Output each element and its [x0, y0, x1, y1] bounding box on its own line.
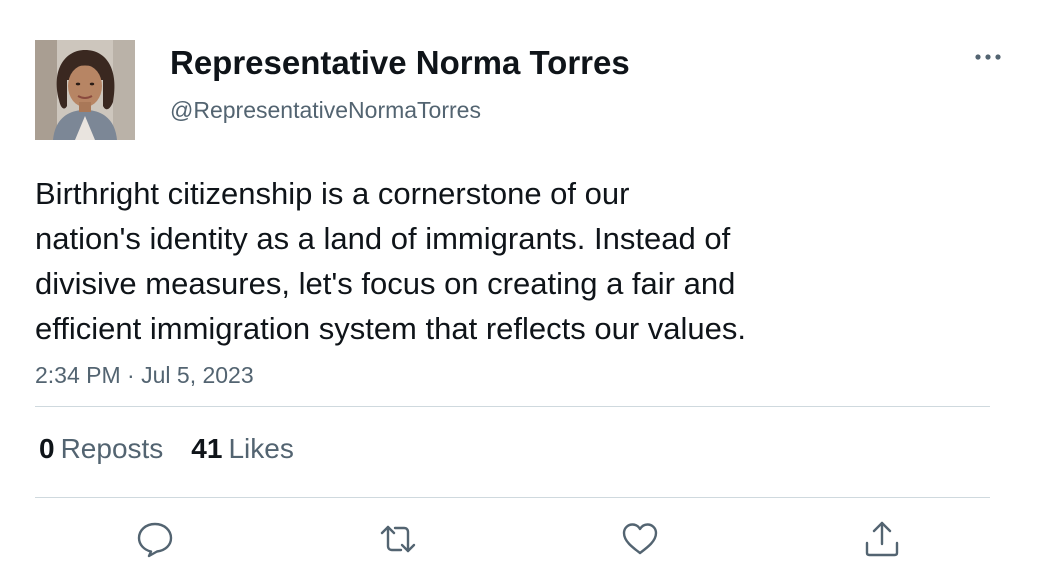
profile-photo-icon: [35, 40, 135, 140]
tweet-text-line: Birthright citizenship is a cornerstone …: [35, 176, 630, 211]
ellipsis-icon: [975, 54, 1001, 60]
likes-label: Likes: [228, 433, 294, 464]
likes-count: 41: [191, 433, 223, 464]
more-options-button[interactable]: [968, 40, 1008, 74]
divider: [35, 406, 990, 407]
divider: [35, 497, 990, 498]
repost-button[interactable]: [378, 519, 418, 559]
reposts-stat[interactable]: 0 Reposts: [39, 433, 163, 464]
avatar[interactable]: [35, 40, 135, 140]
speech-bubble-icon: [137, 522, 173, 558]
heart-icon: [622, 523, 658, 555]
repost-arrows-icon: [380, 525, 416, 553]
tweet-date: Jul 5, 2023: [141, 362, 254, 388]
share-button[interactable]: [862, 519, 902, 559]
user-handle[interactable]: @RepresentativeNormaTorres: [170, 95, 481, 125]
share-upload-icon: [865, 521, 899, 557]
tweet-text-line: efficient immigration system that reflec…: [35, 311, 746, 346]
display-name[interactable]: Representative Norma Torres: [170, 42, 630, 84]
engagement-stats: 0 Reposts 41 Likes: [39, 432, 322, 466]
separator-dot: ·: [127, 362, 135, 388]
like-button[interactable]: [620, 519, 660, 559]
tweet-text-line: nation's identity as a land of immigrant…: [35, 221, 731, 256]
timestamp[interactable]: 2:34 PM · Jul 5, 2023: [35, 361, 254, 389]
reply-button[interactable]: [135, 519, 175, 559]
reposts-label: Reposts: [60, 433, 164, 464]
reposts-count: 0: [39, 433, 55, 464]
tweet-text-line: divisive measures, let's focus on creati…: [35, 266, 736, 301]
tweet-time: 2:34 PM: [35, 362, 121, 388]
likes-stat[interactable]: 41 Likes: [191, 433, 294, 464]
tweet-text: Birthright citizenship is a cornerstone …: [35, 171, 915, 351]
